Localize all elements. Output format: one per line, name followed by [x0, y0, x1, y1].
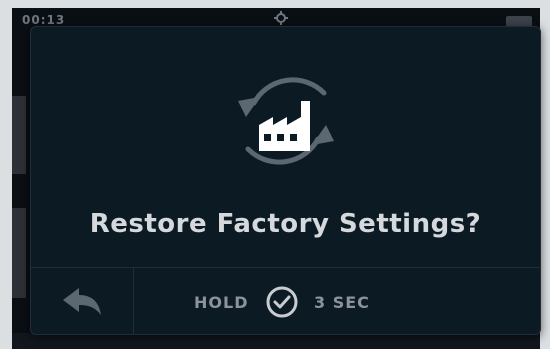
background-panel: [12, 208, 26, 298]
dialog-title: Restore Factory Settings?: [89, 209, 482, 239]
duration-label: 3 SEC: [314, 293, 370, 312]
factory-restore-icon: [238, 77, 334, 165]
reply-arrow-icon: [63, 288, 101, 315]
status-bar: 00:13: [12, 8, 540, 28]
background-panel: [12, 333, 540, 349]
check-circle-icon: [266, 286, 298, 318]
hold-label: HOLD: [194, 293, 249, 312]
screen-frame: 00:13 Restore Factory Settings? HOLD 3 S…: [0, 0, 550, 349]
status-time: 00:13: [22, 13, 66, 27]
gear-icon: [274, 11, 288, 25]
back-button[interactable]: [31, 268, 134, 334]
background-panel: [12, 96, 26, 174]
restore-factory-dialog: Restore Factory Settings? HOLD 3 SEC: [30, 26, 541, 335]
hold-to-confirm-button[interactable]: HOLD 3 SEC: [134, 268, 540, 334]
